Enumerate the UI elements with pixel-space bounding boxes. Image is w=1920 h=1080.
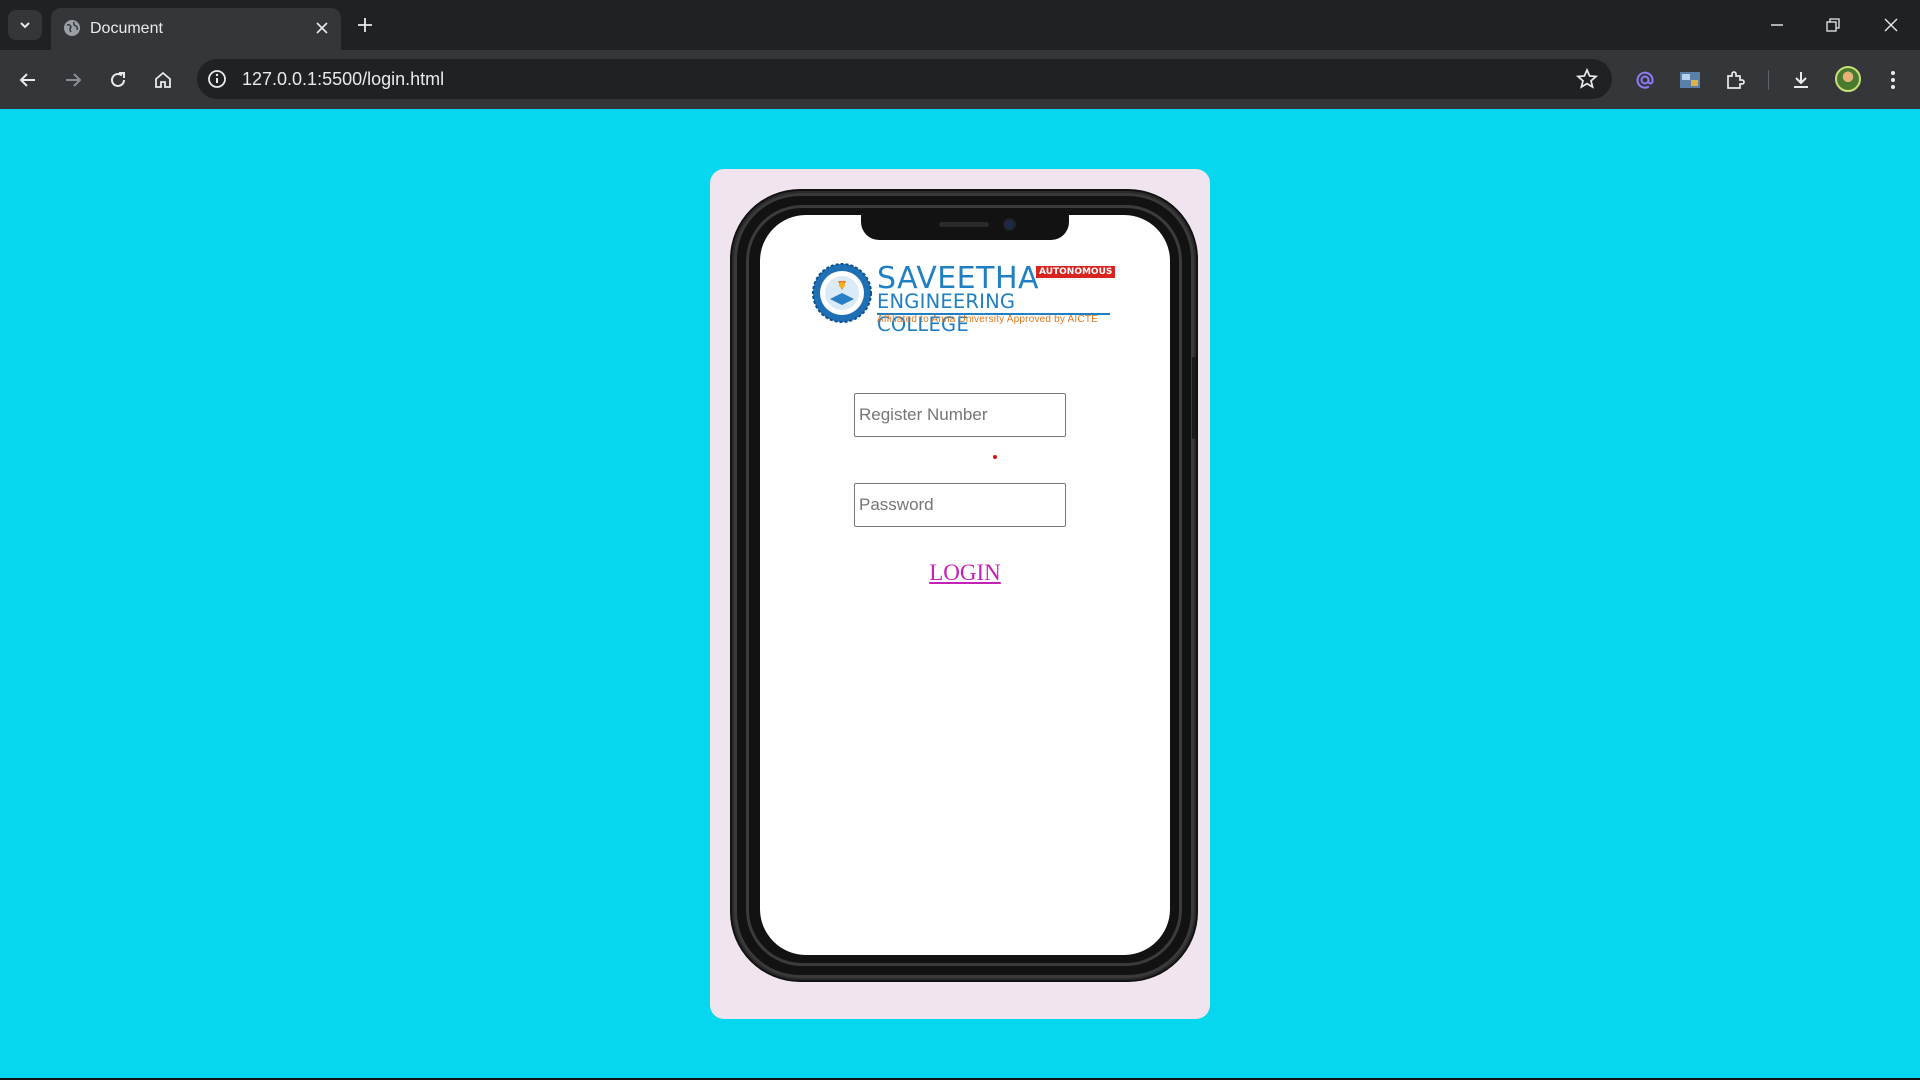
extension-at-button[interactable] — [1630, 65, 1660, 95]
arrow-right-icon — [66, 73, 82, 87]
address-bar[interactable]: 127.0.0.1:5500/login.html — [197, 59, 1612, 99]
close-window-button[interactable] — [1876, 10, 1906, 40]
phone-notch — [861, 215, 1069, 240]
college-logo: SAVEETHA AUTONOMOUS ENGINEERING COLLEGE … — [812, 261, 1116, 336]
tab-document[interactable]: Document — [51, 8, 341, 50]
bookmark-star-icon[interactable] — [1576, 68, 1598, 90]
close-icon — [1884, 18, 1898, 32]
home-icon — [155, 71, 171, 88]
toolbar-divider — [1768, 70, 1769, 90]
plus-icon — [358, 18, 372, 32]
reload-button[interactable] — [103, 65, 133, 95]
tab-search-button[interactable] — [8, 10, 42, 40]
login-link[interactable]: LOGIN — [760, 560, 1170, 586]
phone-side-button — [1192, 357, 1196, 439]
restore-icon — [1826, 18, 1840, 32]
profile-avatar[interactable] — [1835, 66, 1861, 92]
extensions-button[interactable] — [1720, 65, 1750, 95]
restore-button[interactable] — [1818, 10, 1848, 40]
reload-icon — [111, 72, 125, 87]
phone-screen: SAVEETHA AUTONOMOUS ENGINEERING COLLEGE … — [760, 215, 1170, 955]
downloads-button[interactable] — [1786, 65, 1816, 95]
url-text[interactable]: 127.0.0.1:5500/login.html — [242, 69, 444, 90]
more-vertical-icon — [1891, 71, 1895, 89]
college-seal-icon — [812, 263, 872, 323]
at-sign-icon — [1636, 71, 1654, 89]
back-button[interactable] — [13, 65, 43, 95]
logo-affiliation: Affiliated to Anna University Approved b… — [877, 314, 1098, 325]
arrow-left-icon — [19, 73, 35, 87]
minimize-button[interactable] — [1762, 10, 1792, 40]
browser-menu-button[interactable] — [1878, 65, 1908, 95]
home-button[interactable] — [148, 65, 178, 95]
browser-toolbar: 127.0.0.1:5500/login.html — [0, 50, 1920, 109]
browser-tab-strip: Document — [0, 0, 1920, 50]
new-tab-button[interactable] — [353, 13, 377, 37]
puzzle-icon — [1727, 71, 1745, 89]
red-dot — [993, 455, 997, 459]
minimize-icon — [1771, 24, 1783, 26]
register-number-input[interactable] — [854, 393, 1066, 437]
forward-button[interactable] — [58, 65, 88, 95]
close-icon — [316, 22, 328, 34]
globe-icon — [64, 20, 80, 36]
password-input[interactable] — [854, 483, 1066, 527]
autonomous-badge: AUTONOMOUS — [1036, 266, 1116, 278]
camera-icon — [1005, 220, 1014, 229]
tab-close-button[interactable] — [313, 19, 331, 37]
speaker-grille — [939, 222, 989, 227]
screen-capture-icon — [1680, 72, 1700, 88]
tab-title: Document — [90, 20, 163, 37]
chevron-down-icon — [20, 22, 30, 29]
site-info-icon[interactable] — [207, 69, 227, 89]
extension-screen-button[interactable] — [1675, 65, 1705, 95]
download-icon — [1794, 72, 1808, 88]
